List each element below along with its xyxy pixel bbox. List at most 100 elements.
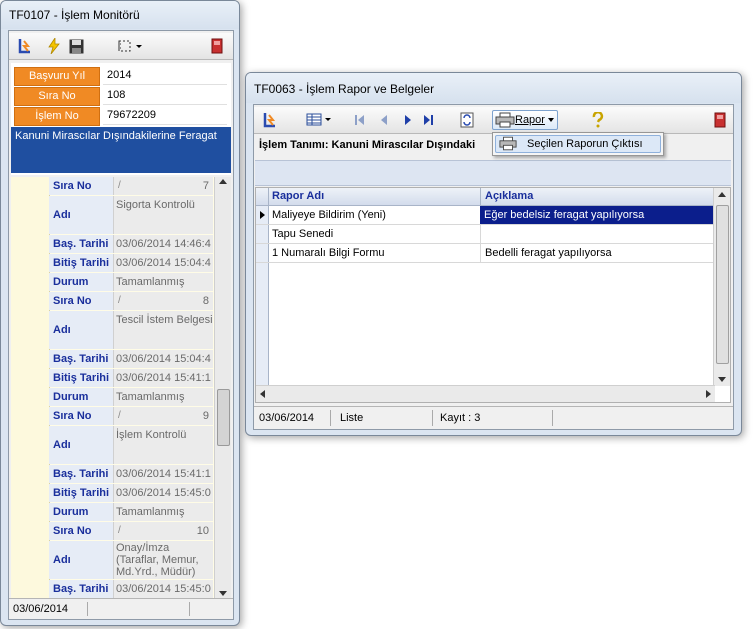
record-adi-line: Md.Yrd., Müdür): [116, 566, 196, 578]
record-number-cell: / 8: [113, 292, 213, 310]
label-bas-tarihi: Baş. Tarihi: [49, 350, 113, 368]
label-adi: Adı: [49, 426, 113, 464]
label-sira-no: Sıra No: [49, 177, 113, 195]
field-label-basvuru-yil: Başvuru Yıl: [14, 67, 100, 86]
scroll-thumb[interactable]: [716, 205, 729, 364]
horizontal-scrollbar[interactable]: [256, 385, 715, 402]
menu-item-secilen-raporun-ciktisi[interactable]: Seçilen Raporun Çıktısı: [495, 135, 661, 153]
rapor-dropdown-menu: Seçilen Raporun Çıktısı: [492, 132, 664, 156]
label-sira-no: Sıra No: [49, 522, 113, 540]
header-fields: Başvuru Yıl 2014 Sıra No 108 İşlem No 79…: [11, 63, 231, 175]
label-bas-tarihi: Baş. Tarihi: [49, 235, 113, 253]
status-divider: [330, 410, 331, 426]
status-bar: 03/06/2014: [9, 598, 233, 619]
help-icon[interactable]: [590, 110, 606, 130]
column-header-rapor-adi[interactable]: Rapor Adı: [272, 188, 476, 205]
records-container: Sıra No / 7 Adı Sigorta Kontrolü Baş. Ta…: [49, 177, 213, 599]
record-number: 9: [202, 410, 209, 422]
record-number: 8: [202, 295, 209, 307]
scroll-up-arrow[interactable]: [718, 192, 726, 197]
scroll-down-arrow[interactable]: [718, 377, 726, 382]
lightning-icon[interactable]: [45, 36, 63, 56]
status-divider: [432, 410, 433, 426]
field-value-basvuru-yil[interactable]: 2014: [103, 67, 227, 85]
vertical-scrollbar[interactable]: [713, 188, 730, 386]
status-date: 03/06/2014: [259, 412, 315, 424]
label-sira-no: Sıra No: [49, 292, 113, 310]
row-indicator: [256, 206, 269, 224]
cell-rapor-adi: Maliyeye Bildirim (Yeni): [272, 209, 386, 221]
record-number: 10: [196, 525, 209, 537]
record-adi: Tescil İstem Belgesi: [113, 311, 213, 349]
label-adi: Adı: [49, 311, 113, 349]
row-indicator: [256, 244, 269, 262]
table-row[interactable]: Tapu Senedi: [256, 225, 715, 244]
scroll-left-arrow[interactable]: [260, 390, 265, 398]
previous-record-icon[interactable]: [376, 110, 392, 130]
field-value-islem-no[interactable]: 79672209: [103, 107, 227, 125]
printer-icon: [499, 136, 517, 154]
label-bitis-tarihi: Bitiş Tarihi: [49, 484, 113, 502]
row-indicator: [256, 225, 269, 243]
record-card[interactable]: Sıra No / 8 Adı Tescil İstem Belgesi Baş…: [49, 292, 213, 407]
next-record-icon[interactable]: [400, 110, 416, 130]
record-adi-line: (Taraflar, Memur,: [116, 554, 199, 566]
toolbar: Rapor: [254, 107, 733, 134]
table-row[interactable]: 1 Numaralı Bilgi Formu Bedelli feragat y…: [256, 244, 715, 263]
cell-aciklama: Eğer bedelsiz feragat yapılıyorsa: [480, 206, 715, 224]
record-number-cell: / 7: [113, 177, 213, 195]
status-divider: [87, 602, 88, 616]
record-card[interactable]: Sıra No / 10 Adı Onay/İmza (Taraflar, Me…: [49, 522, 213, 599]
grid-view-dropdown-icon[interactable]: [304, 110, 334, 130]
islem-banner: Kanuni Mirascılar Dışındakilerine Feraga…: [11, 127, 231, 173]
toolbar: [9, 33, 233, 60]
sort-glyph: /: [118, 295, 121, 306]
column-header-aciklama[interactable]: Açıklama: [480, 188, 715, 205]
report-grid: Rapor Adı Açıklama Maliyeye Bildirim (Ye…: [255, 187, 731, 403]
cell-rapor-adi: 1 Numaralı Bilgi Formu: [272, 247, 385, 259]
label-adi: Adı: [49, 196, 113, 234]
app-logo-icon[interactable]: [260, 110, 280, 130]
label-durum: Durum: [49, 273, 113, 291]
first-record-icon[interactable]: [352, 110, 368, 130]
record-bitis-tarihi: 03/06/2014 15:04:4: [113, 254, 213, 272]
label-bitis-tarihi: Bitiş Tarihi: [49, 369, 113, 387]
record-durum: Tamamlanmış: [113, 388, 213, 406]
status-divider: [552, 410, 553, 426]
refresh-icon[interactable]: [458, 110, 476, 130]
record-card[interactable]: Sıra No / 9 Adı İşlem Kontrolü Baş. Tari…: [49, 407, 213, 522]
table-row[interactable]: Maliyeye Bildirim (Yeni) Eğer bedelsiz f…: [256, 206, 715, 225]
record-adi: Sigorta Kontrolü: [113, 196, 213, 234]
last-record-icon[interactable]: [420, 110, 436, 130]
tree-gutter: [11, 177, 50, 599]
status-record-count: Kayıt : 3: [440, 412, 481, 424]
sort-glyph: /: [118, 180, 121, 191]
field-label-sira-no: Sıra No: [14, 87, 100, 106]
scroll-up-arrow[interactable]: [219, 179, 227, 184]
scroll-right-arrow[interactable]: [706, 390, 711, 398]
scroll-thumb[interactable]: [217, 389, 230, 446]
record-durum: Tamamlanmış: [113, 503, 213, 521]
app-logo-icon[interactable]: [15, 36, 35, 56]
record-adi-line: Onay/İmza: [116, 542, 170, 554]
label-bas-tarihi: Baş. Tarihi: [49, 580, 113, 598]
record-durum: Tamamlanmış: [113, 273, 213, 291]
frame-select-dropdown-icon[interactable]: [113, 36, 147, 56]
row-indicator-column: [256, 263, 269, 386]
label-adi: Adı: [49, 541, 113, 579]
exit-door-icon[interactable]: [209, 36, 225, 56]
record-card[interactable]: Sıra No / 7 Adı Sigorta Kontrolü Baş. Ta…: [49, 177, 213, 292]
save-icon[interactable]: [67, 36, 85, 56]
exit-door-icon[interactable]: [712, 110, 728, 130]
cell-aciklama: Bedelli feragat yapılıyorsa: [480, 244, 715, 262]
vertical-scrollbar[interactable]: [214, 177, 231, 599]
scroll-down-arrow[interactable]: [219, 591, 227, 596]
status-mode: Liste: [340, 412, 364, 424]
record-number: 7: [202, 180, 209, 192]
islem-monitoru-window: TF0107 - İşlem Monitörü Başvuru Yıl 2014: [0, 0, 240, 626]
rapor-dropdown-button[interactable]: Rapor: [492, 110, 558, 130]
field-value-sira-no[interactable]: 108: [103, 87, 227, 105]
islem-tanimi-label: İşlem Tanımı: Kanuni Mirascılar Dışındak…: [259, 139, 476, 151]
record-adi: Onay/İmza (Taraflar, Memur, Md.Yrd., Müd…: [113, 541, 213, 579]
record-bas-tarihi: 03/06/2014 15:45:0: [113, 580, 213, 598]
